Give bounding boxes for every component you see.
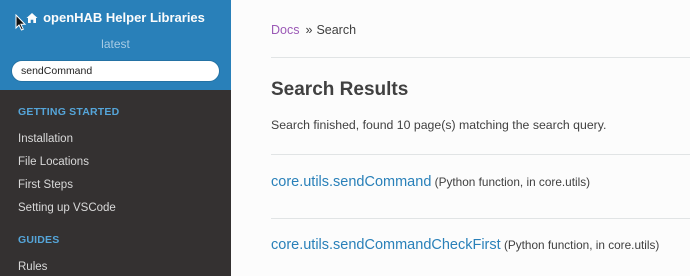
mouse-cursor-icon: [15, 14, 27, 31]
brand-title: openHAB Helper Libraries: [43, 10, 205, 25]
sidebar: openHAB Helper Libraries latest GETTING …: [0, 0, 231, 276]
sidebar-item-first-steps[interactable]: First Steps: [0, 174, 231, 197]
breadcrumb: Docs » Search: [271, 23, 356, 37]
page-title: Search Results: [271, 79, 409, 100]
version-label: latest: [101, 36, 130, 51]
search-form: [11, 59, 220, 82]
main-content: Docs » Search Search Results Search finish…: [231, 0, 690, 276]
breadcrumb-current: Search: [316, 23, 357, 37]
sidebar-item-installation[interactable]: Installation: [0, 128, 231, 151]
sidebar-header: openHAB Helper Libraries latest: [0, 0, 231, 90]
sidebar-item-file-locations[interactable]: File Locations: [0, 151, 231, 174]
breadcrumb-docs-link[interactable]: Docs: [271, 23, 299, 37]
nav-caption-getting-started: GETTING STARTED: [18, 106, 120, 118]
divider: [271, 57, 690, 58]
search-input[interactable]: [11, 59, 220, 82]
sidebar-item-rules[interactable]: Rules: [0, 256, 231, 276]
search-result: core.utils.sendCommandCheckFirst (Python…: [271, 237, 659, 253]
search-result-context: (Python function, in core.utils): [434, 175, 591, 189]
search-summary: Search finished, found 10 page(s) matchi…: [271, 118, 607, 132]
search-result-context: (Python function, in core.utils): [503, 238, 660, 252]
divider: [271, 154, 690, 155]
brand-link[interactable]: openHAB Helper Libraries: [26, 10, 205, 25]
sidebar-nav: GETTING STARTED Installation File Locati…: [0, 90, 231, 276]
search-result: core.utils.sendCommand (Python function,…: [271, 174, 590, 190]
search-result-link[interactable]: core.utils.sendCommand: [271, 174, 431, 190]
breadcrumb-separator: »: [305, 23, 313, 37]
nav-caption-guides: GUIDES: [18, 234, 60, 246]
divider: [271, 218, 690, 219]
sidebar-item-setting-up-vscode[interactable]: Setting up VSCode: [0, 197, 231, 220]
home-icon: [26, 12, 38, 23]
search-result-link[interactable]: core.utils.sendCommandCheckFirst: [271, 237, 501, 253]
